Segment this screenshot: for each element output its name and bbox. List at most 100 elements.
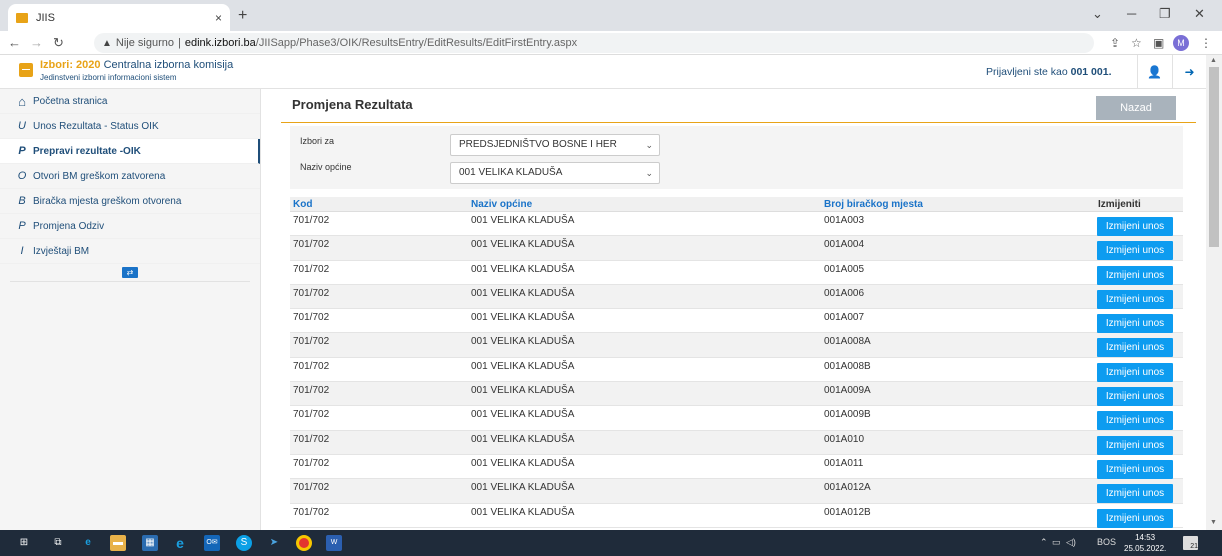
app-arrow-icon[interactable]: ➤ [266,535,282,551]
app-header: Izbori: 2020 Centralna izborna komisija … [0,55,1206,89]
word-icon[interactable]: W [326,535,342,551]
sidebar-item-biracka-mjesta[interactable]: B Biračka mjesta greškom otvorena [0,189,260,214]
tab-title: JIIS [36,11,55,24]
cell-broj-bm: 001A012A [824,482,871,494]
side-panel-icon[interactable]: ▣ [1153,36,1164,50]
izmijeni-unos-button[interactable]: Izmijeni unos [1097,289,1173,309]
menu-kebab-icon[interactable]: ⋮ [1200,36,1212,50]
cell-kod: 701/702 [293,287,330,299]
network-icon[interactable]: ▭ [1052,537,1061,548]
cell-naziv-opcine: 001 VELIKA KLADUŠA [471,360,575,372]
windows-start-icon[interactable]: ⊞ [16,535,32,551]
izmijeni-unos-button[interactable]: Izmijeni unos [1097,241,1173,261]
volume-icon[interactable]: ◁) [1066,537,1076,548]
title-divider [281,122,1196,123]
file-explorer-icon[interactable]: ▬ [110,535,126,551]
maximize-icon[interactable]: ❐ [1159,6,1171,22]
letter-b-icon: B [18,195,26,207]
sidebar-item-otvori-bm[interactable]: O Otvori BM greškom zatvorena [0,164,260,189]
tab-close-icon[interactable]: × [215,11,222,25]
column-header-kod[interactable]: Kod [293,199,312,210]
izbori-select[interactable]: PREDSJEDNIŠTVO BOSNE I HER ⌄ [450,134,660,156]
cell-broj-bm: 001A008B [824,360,871,372]
izmijeni-unos-button[interactable]: Izmijeni unos [1097,217,1173,236]
column-header-naziv-opcine[interactable]: Naziv općine [471,199,532,210]
column-header-izmijeniti: Izmijeniti [1098,199,1141,210]
results-table: Kod Naziv općine Broj biračkog mjesta Iz… [290,197,1183,528]
edge-legacy-icon[interactable]: e [80,535,96,551]
security-label: Nije sigurno [115,37,174,49]
letter-u-icon: U [18,120,26,132]
bookmark-star-icon[interactable]: ☆ [1131,36,1142,50]
table-row: 701/702 001 VELIKA KLADUŠA 001A009B Izmijen… [290,406,1183,431]
page-title: Promjena Rezultata [292,97,413,112]
cell-broj-bm: 001A009B [824,409,871,421]
izmijeni-unos-button[interactable]: Izmijeni unos [1097,362,1173,382]
izmijeni-unos-button[interactable]: Izmijeni unos [1097,508,1173,528]
column-header-broj-bm[interactable]: Broj biračkog mjesta [824,199,923,210]
tray-chevron-icon[interactable]: ⌃ [1040,537,1048,548]
cell-broj-bm: 001A010 [824,433,865,445]
izmijeni-unos-button[interactable]: Izmijeni unos [1097,435,1173,455]
scrollbar-thumb[interactable] [1209,67,1219,247]
system-clock[interactable]: 14:53 25.05.2022. [1124,532,1166,554]
minimize-icon[interactable]: ─ [1127,6,1136,21]
outlook-icon[interactable]: O✉ [204,535,220,551]
chrome-icon[interactable] [296,535,312,551]
window-close-icon[interactable]: ✕ [1194,6,1205,22]
cell-kod: 701/702 [293,433,330,445]
cell-naziv-opcine: 001 VELIKA KLADUŠA [471,336,575,348]
back-arrow-icon[interactable]: ← [8,35,21,50]
language-indicator[interactable]: BOS [1097,537,1116,547]
browser-tab[interactable]: JIIS × [8,4,230,31]
url-path: /JIISapp/Phase3/OIK/ResultsEntry/EditRes… [255,37,578,49]
sidebar-item-izvjestaji[interactable]: I Izvještaji BM [0,239,260,264]
table-row: 701/702 001 VELIKA KLADUŠA 001A008B Izmijen… [290,358,1183,383]
app-title-org: Centralna izborna komisija [100,59,234,71]
izmijeni-unos-button[interactable]: Izmijeni unos [1097,484,1173,504]
opcina-select[interactable]: 001 VELIKA KLADUŠA ⌄ [450,162,660,184]
cell-broj-bm: 001A004 [824,239,865,251]
reload-icon[interactable]: ↻ [53,35,64,51]
izmijeni-unos-button[interactable]: Izmijeni unos [1097,387,1173,407]
scroll-down-arrow-icon[interactable]: ▼ [1210,519,1217,526]
table-row: 701/702 001 VELIKA KLADUŠA 001A005 Izmijeni… [290,261,1183,285]
cell-broj-bm: 001A011 [824,457,864,469]
windows-taskbar: ⊞ ⧉ e ▬ ▦ e O✉ S ➤ W ⌃ ▭ ◁) BOS 14:53 25… [0,530,1222,556]
table-row: 701/702 001 VELIKA KLADUŠA 001A012A Izmijen… [290,479,1183,504]
forward-arrow-icon[interactable]: → [30,35,43,50]
profile-avatar[interactable]: M [1173,35,1189,51]
sidebar-item-prepravi-rezultate[interactable]: P Prepravi rezultate -OIK [0,139,260,164]
store-icon[interactable]: ▦ [142,535,158,551]
sidebar-item-label: Prepravi rezultate -OIK [33,145,141,157]
cell-broj-bm: 001A003 [824,215,865,226]
cell-naziv-opcine: 001 VELIKA KLADUŠA [471,506,575,518]
izmijeni-unos-button[interactable]: Izmijeni unos [1097,314,1173,334]
address-bar[interactable]: ▲ Nije sigurno | edink.izbori.ba/JIISapp… [94,33,1094,53]
page-scrollbar[interactable]: ▲ ▼ [1206,55,1222,530]
izmijeni-unos-button[interactable]: Izmijeni unos [1097,459,1173,479]
task-view-icon[interactable]: ⧉ [50,535,66,551]
sidebar-toggle-icon[interactable]: ⇄ [122,267,138,278]
izmijeni-unos-button[interactable]: Izmijeni unos [1097,265,1173,285]
internet-explorer-icon[interactable]: e [172,535,188,551]
cell-naziv-opcine: 001 VELIKA KLADUŠA [471,457,575,469]
user-profile-button[interactable]: 👤 [1137,55,1171,89]
izmijeni-unos-button[interactable]: Izmijeni unos [1097,338,1173,358]
sidebar-item-unos-rezultata[interactable]: U Unos Rezultata - Status OIK [0,114,260,139]
tab-search-icon[interactable]: ⌄ [1092,6,1103,22]
izmijeni-unos-button[interactable]: Izmijeni unos [1097,411,1173,431]
scroll-up-arrow-icon[interactable]: ▲ [1210,57,1217,64]
izbori-select-value: PREDSJEDNIŠTVO BOSNE I HER [459,139,617,150]
logout-button[interactable]: ➜ [1172,55,1206,89]
sidebar-item-promjena-odziv[interactable]: P Promjena Odziv [0,214,260,239]
letter-p-icon: P [18,220,26,232]
skype-icon[interactable]: S [236,535,252,551]
back-button[interactable]: Nazad [1096,96,1176,120]
new-tab-button[interactable]: + [238,7,247,25]
logged-in-user: 001 001. [1070,66,1112,78]
notification-center-icon[interactable]: 21 [1183,536,1198,550]
share-icon[interactable]: ⇪ [1110,36,1120,50]
sidebar-item-pocetna[interactable]: ⌂ Početna stranica [0,89,260,114]
izbori-label: Izbori za [300,136,335,146]
